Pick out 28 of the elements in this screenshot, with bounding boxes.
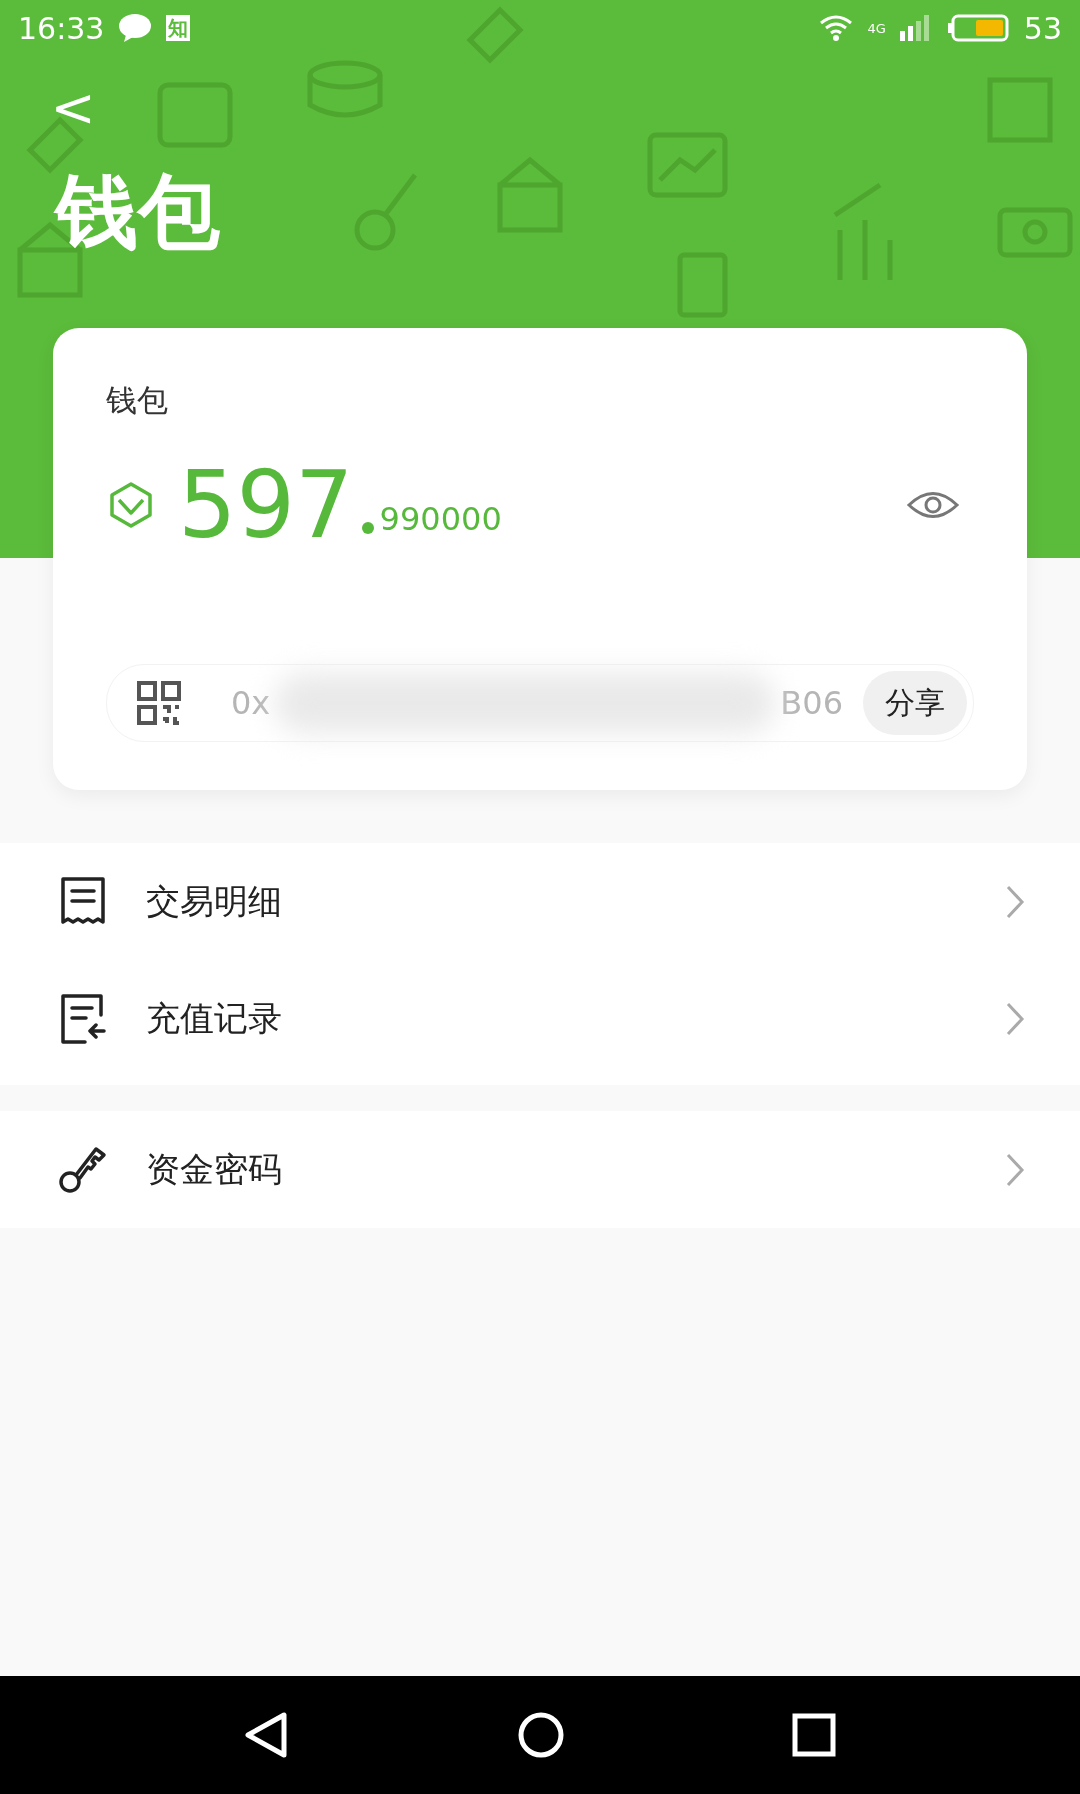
qr-code-icon[interactable] bbox=[137, 681, 183, 725]
recents-square-icon[interactable] bbox=[792, 1713, 837, 1757]
menu-label: 充值记录 bbox=[146, 996, 282, 1040]
chevron-right-icon bbox=[1005, 1151, 1025, 1188]
balance-integer: 597 bbox=[178, 451, 354, 559]
menu-label: 交易明细 bbox=[146, 879, 282, 923]
chevron-right-icon bbox=[1005, 1000, 1025, 1037]
menu-item[interactable]: 充值记录 bbox=[0, 960, 1080, 1077]
share-button[interactable]: 分享 bbox=[863, 671, 967, 735]
document-arrow-icon bbox=[58, 992, 108, 1045]
back-triangle-icon[interactable] bbox=[243, 1712, 290, 1758]
app-notification-badge: 知 bbox=[166, 15, 191, 41]
card-label: 钱包 bbox=[106, 381, 169, 420]
battery-level: 53 bbox=[1023, 10, 1062, 46]
menu-item[interactable]: 资金密码 bbox=[0, 1111, 1080, 1228]
network-type: 4G bbox=[867, 20, 886, 36]
balance-decimal: 990000 bbox=[379, 500, 502, 538]
home-circle-icon[interactable] bbox=[517, 1711, 565, 1759]
decimal-dot-icon bbox=[361, 522, 374, 534]
address-end: B06 bbox=[780, 684, 843, 722]
chat-bubble-icon bbox=[118, 13, 153, 43]
status-time: 16:33 bbox=[18, 10, 105, 46]
menu-item[interactable]: 交易明细 bbox=[0, 843, 1080, 960]
menu-label: 资金密码 bbox=[146, 1147, 282, 1191]
address-start: 0x bbox=[231, 684, 271, 722]
battery-icon bbox=[947, 14, 1010, 42]
chevron-right-icon bbox=[1005, 883, 1025, 920]
wifi-icon bbox=[819, 14, 854, 42]
